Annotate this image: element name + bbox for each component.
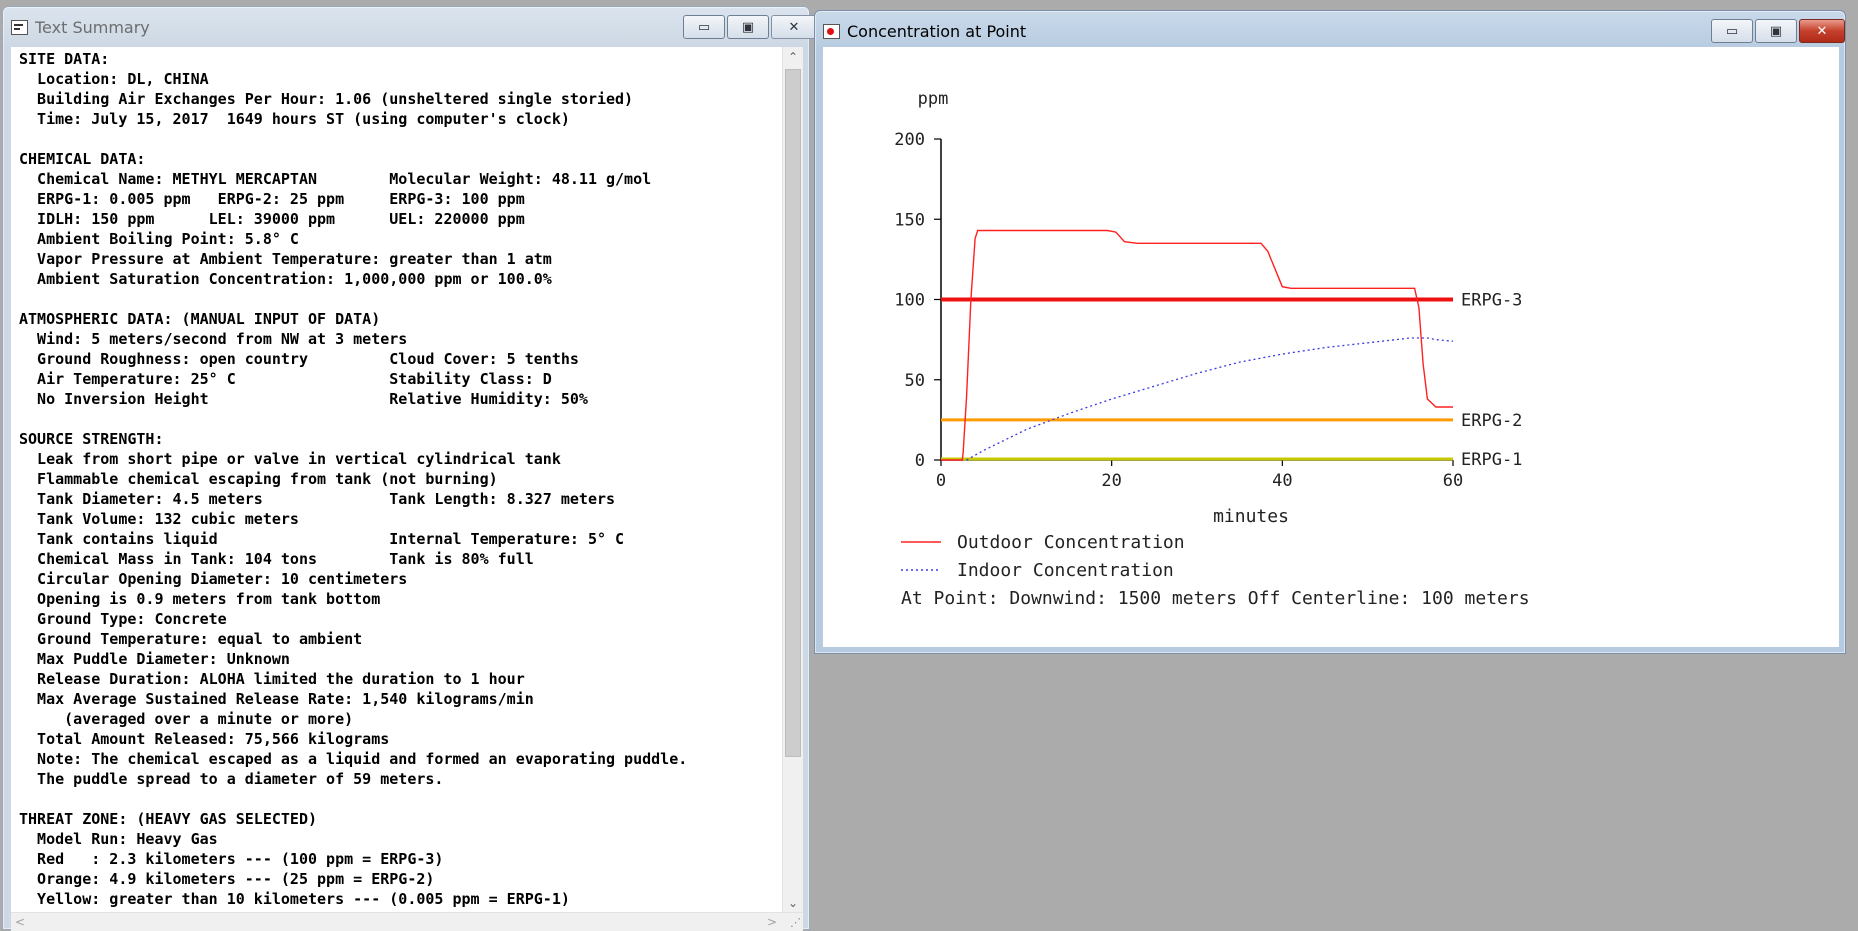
x-tick-label: 60: [1443, 471, 1463, 491]
minimize-icon: ▭: [697, 19, 711, 35]
scroll-left-icon[interactable]: <: [11, 913, 29, 931]
summary-line: Max Average Sustained Release Rate: 1,54…: [19, 690, 534, 708]
summary-line: Tank Volume: 132 cubic meters: [19, 510, 299, 528]
scroll-thumb[interactable]: [785, 69, 801, 757]
concentration-titlebar[interactable]: Concentration at Point: [815, 11, 1845, 51]
maximize-icon: ▣: [1769, 23, 1783, 39]
resize-grip-icon[interactable]: ⋰: [790, 916, 801, 929]
threshold-label-erpg-3: ERPG-3: [1461, 291, 1522, 311]
summary-line: THREAT ZONE: (HEAVY GAS SELECTED): [19, 810, 318, 828]
summary-line: Circular Opening Diameter: 10 centimeter…: [19, 570, 408, 588]
summary-line: Release Duration: ALOHA limited the dura…: [19, 670, 525, 688]
y-tick-label: 50: [905, 371, 925, 391]
legend-label-indoor: Indoor Concentration: [957, 560, 1174, 581]
summary-line: Orange: 4.9 kilometers --- (25 ppm = ERP…: [19, 870, 435, 888]
outdoor-concentration-line: [941, 229, 1453, 461]
summary-line: No Inversion Height Relative Humidity: 5…: [19, 390, 588, 408]
summary-line: Opening is 0.9 meters from tank bottom: [19, 590, 381, 608]
summary-line: Tank Diameter: 4.5 meters Tank Length: 8…: [19, 490, 616, 508]
summary-line: ATMOSPHERIC DATA: (MANUAL INPUT OF DATA): [19, 310, 381, 328]
threshold-label-erpg-1: ERPG-1: [1461, 450, 1522, 470]
minimize-icon: ▭: [1725, 23, 1739, 39]
summary-line: Vapor Pressure at Ambient Temperature: g…: [19, 250, 552, 268]
chart-area: ppm 0 50 100 150 200 0 20 40 60 minutes ERPG-3 ERPG-…: [823, 47, 1839, 647]
window-title: Text Summary: [35, 17, 150, 37]
summary-line: Chemical Name: METHYL MERCAPTAN Molecula…: [19, 170, 652, 188]
maximize-button[interactable]: ▣: [727, 15, 769, 39]
summary-text: SITE DATA: Location: DL, CHINA Building …: [19, 49, 687, 909]
scroll-down-icon[interactable]: ⌄: [783, 893, 803, 913]
summary-line: Ambient Saturation Concentration: 1,000,…: [19, 270, 552, 288]
summary-line: Ground Type: Concrete: [19, 610, 227, 628]
indoor-concentration-line: [966, 337, 1454, 461]
summary-line: CHEMICAL DATA:: [19, 150, 146, 168]
summary-line: Model Run: Heavy Gas: [19, 830, 218, 848]
y-tick-label: 100: [894, 291, 925, 311]
summary-line: Location: DL, CHINA: [19, 70, 209, 88]
text-summary-window[interactable]: Text Summary ▭ ▣ ✕ SITE DATA: Location: …: [2, 6, 817, 931]
summary-line: IDLH: 150 ppm LEL: 39000 ppm UEL: 220000…: [19, 210, 525, 228]
summary-line: The puddle spread to a diameter of 59 me…: [19, 770, 444, 788]
text-document-icon: [11, 19, 28, 35]
close-button[interactable]: ✕: [771, 15, 817, 39]
vertical-scrollbar[interactable]: ⌃ ⌄: [782, 47, 803, 913]
summary-line: Flammable chemical escaping from tank (n…: [19, 470, 498, 488]
summary-line: Max Puddle Diameter: Unknown: [19, 650, 290, 668]
maximize-icon: ▣: [741, 19, 755, 35]
summary-line: (averaged over a minute or more): [19, 710, 354, 728]
legend-label-outdoor: Outdoor Concentration: [957, 532, 1185, 553]
minimize-button[interactable]: ▭: [1711, 19, 1753, 43]
point-location-info: At Point: Downwind: 1500 meters Off Cent…: [901, 588, 1530, 609]
summary-line: Building Air Exchanges Per Hour: 1.06 (u…: [19, 90, 634, 108]
concentration-chart: ppm 0 50 100 150 200 0 20 40 60 minutes ERPG-3 ERPG-…: [894, 89, 1530, 609]
summary-line: Tank contains liquid Internal Temperatur…: [19, 530, 625, 548]
maximize-button[interactable]: ▣: [1755, 19, 1797, 43]
chart-window-icon: [823, 23, 840, 39]
summary-line: Ambient Boiling Point: 5.8° C: [19, 230, 299, 248]
summary-text-area[interactable]: SITE DATA: Location: DL, CHINA Building …: [11, 47, 803, 931]
summary-line: Red : 2.3 kilometers --- (100 ppm = ERPG…: [19, 850, 444, 868]
summary-line: Yellow: greater than 10 kilometers --- (…: [19, 890, 570, 908]
close-icon: ✕: [1816, 23, 1828, 39]
y-tick-label: 150: [894, 210, 925, 230]
scroll-right-icon[interactable]: >: [763, 913, 781, 931]
x-tick-label: 0: [936, 471, 946, 491]
close-icon: ✕: [788, 19, 800, 35]
threshold-label-erpg-2: ERPG-2: [1461, 411, 1522, 431]
summary-line: SITE DATA:: [19, 50, 110, 68]
y-tick-label: 0: [915, 451, 925, 471]
summary-line: ERPG-1: 0.005 ppm ERPG-2: 25 ppm ERPG-3:…: [19, 190, 525, 208]
x-axis-label: minutes: [1213, 506, 1289, 527]
summary-line: Ground Temperature: equal to ambient: [19, 630, 363, 648]
summary-line: Chemical Mass in Tank: 104 tons Tank is …: [19, 550, 534, 568]
close-button[interactable]: ✕: [1799, 19, 1845, 43]
horizontal-scrollbar[interactable]: < > ⋰: [11, 912, 803, 931]
scroll-up-icon[interactable]: ⌃: [783, 47, 803, 67]
x-tick-label: 20: [1101, 471, 1121, 491]
summary-line: Total Amount Released: 75,566 kilograms: [19, 730, 390, 748]
y-tick-label: 200: [894, 130, 925, 150]
x-tick-label: 40: [1272, 471, 1292, 491]
concentration-window[interactable]: Concentration at Point ▭ ▣ ✕ ppm 0 50 100 15…: [814, 10, 1846, 654]
summary-line: SOURCE STRENGTH:: [19, 430, 164, 448]
minimize-button[interactable]: ▭: [683, 15, 725, 39]
summary-line: Leak from short pipe or valve in vertica…: [19, 450, 561, 468]
window-title: Concentration at Point: [847, 21, 1027, 41]
summary-line: Wind: 5 meters/second from NW at 3 meter…: [19, 330, 408, 348]
summary-line: Time: July 15, 2017 1649 hours ST (using…: [19, 110, 570, 128]
summary-line: Ground Roughness: open country Cloud Cov…: [19, 350, 579, 368]
y-axis-label: ppm: [918, 89, 949, 109]
summary-line: Air Temperature: 25° C Stability Class: …: [19, 370, 552, 388]
summary-line: Note: The chemical escaped as a liquid a…: [19, 750, 688, 768]
